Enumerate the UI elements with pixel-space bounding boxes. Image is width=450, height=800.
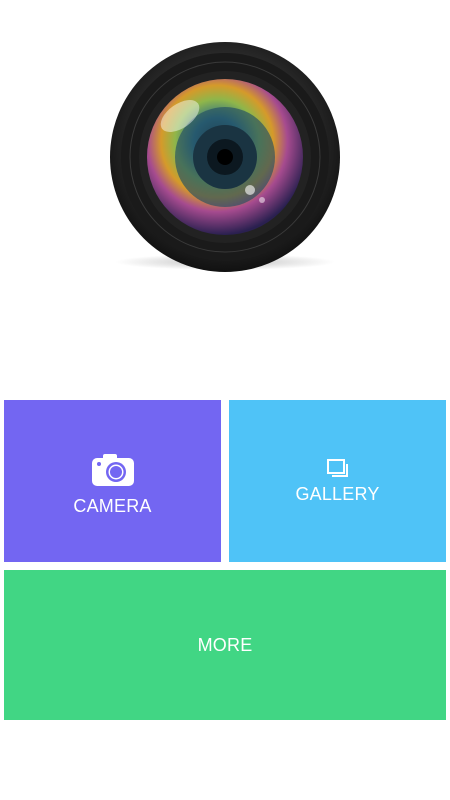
gallery-button[interactable]: GALLERY (229, 400, 446, 562)
gallery-icon (326, 458, 348, 477)
camera-button[interactable]: CAMERA (4, 400, 221, 562)
camera-button-label: CAMERA (73, 495, 152, 516)
gallery-button-label: GALLERY (295, 483, 380, 504)
more-button-label: MORE (197, 634, 253, 655)
camera-lens-image (110, 42, 340, 272)
more-button[interactable]: MORE (4, 570, 446, 720)
hero-lens-image (0, 0, 450, 300)
camera-icon (91, 453, 134, 486)
